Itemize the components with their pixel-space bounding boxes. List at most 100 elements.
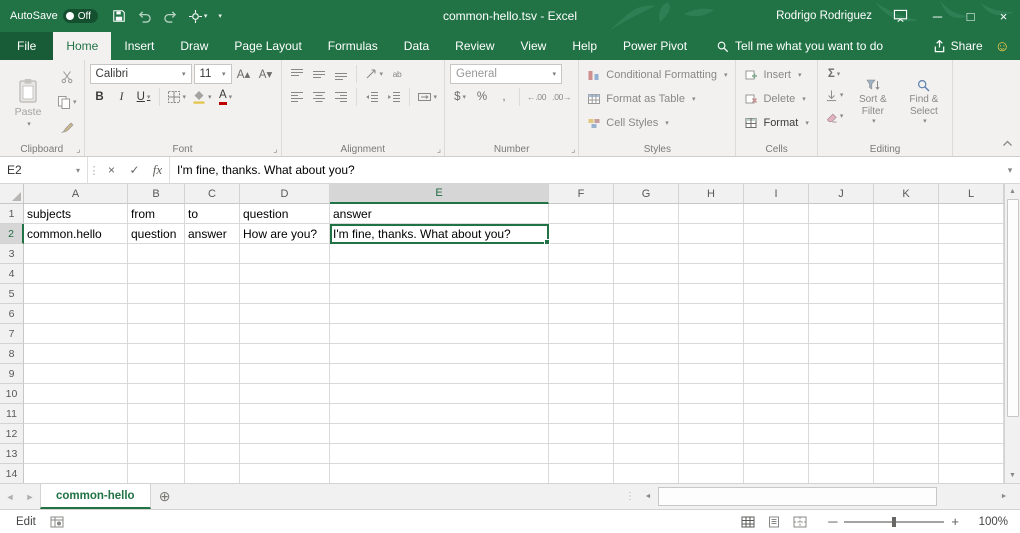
cell-F8[interactable] [549,344,614,364]
align-right-button[interactable] [331,87,351,107]
column-header-J[interactable]: J [809,184,874,204]
cell-B6[interactable] [128,304,185,324]
cell-E4[interactable] [330,264,549,284]
cell-B3[interactable] [128,244,185,264]
cell-B14[interactable] [128,464,185,483]
cell-A1[interactable]: subjects [24,204,128,224]
cell-A9[interactable] [24,364,128,384]
column-header-E[interactable]: E [330,184,549,204]
close-button[interactable]: × [987,0,1020,32]
cell-I2[interactable] [744,224,809,244]
cell-L6[interactable] [939,304,1004,324]
horizontal-scroll-thumb[interactable] [658,487,937,506]
cell-L5[interactable] [939,284,1004,304]
decrease-indent-button[interactable] [362,87,382,107]
horizontal-scrollbar[interactable]: ◄ ► [640,484,1012,509]
cell-K8[interactable] [874,344,939,364]
cell-E10[interactable] [330,384,549,404]
cell-I11[interactable] [744,404,809,424]
cell-F1[interactable] [549,204,614,224]
tab-review[interactable]: Review [442,32,507,60]
cell-I10[interactable] [744,384,809,404]
share-button[interactable]: Share [933,32,983,60]
cell-K5[interactable] [874,284,939,304]
enter-button[interactable]: ✓ [123,157,146,183]
cell-C10[interactable] [185,384,240,404]
cell-J6[interactable] [809,304,874,324]
cell-A5[interactable] [24,284,128,304]
column-header-F[interactable]: F [549,184,614,204]
formula-input[interactable]: I'm fine, thanks. What about you? [169,157,1000,183]
cell-I7[interactable] [744,324,809,344]
tell-me-box[interactable]: Tell me what you want to do [716,32,883,60]
cell-C14[interactable] [185,464,240,483]
column-header-D[interactable]: D [240,184,330,204]
cell-G11[interactable] [614,404,679,424]
cell-B5[interactable] [128,284,185,304]
cell-I12[interactable] [744,424,809,444]
cell-K10[interactable] [874,384,939,404]
cell-E6[interactable] [330,304,549,324]
cell-E9[interactable] [330,364,549,384]
cell-G13[interactable] [614,444,679,464]
page-layout-view-button[interactable] [767,516,781,528]
cancel-button[interactable]: × [100,157,123,183]
scroll-up-arrow[interactable]: ▲ [1005,184,1020,199]
cell-L4[interactable] [939,264,1004,284]
column-header-H[interactable]: H [679,184,744,204]
cell-A7[interactable] [24,324,128,344]
fill-button[interactable] [823,85,846,105]
cell-A12[interactable] [24,424,128,444]
cell-E1[interactable]: answer [330,204,549,224]
row-header-1[interactable]: 1 [0,204,24,224]
cell-B4[interactable] [128,264,185,284]
name-box[interactable]: E2 ▾ [0,157,88,183]
cut-button[interactable] [55,67,79,87]
cell-D14[interactable] [240,464,330,483]
cell-B11[interactable] [128,404,185,424]
cell-E7[interactable] [330,324,549,344]
cell-B13[interactable] [128,444,185,464]
row-header-8[interactable]: 8 [0,344,24,364]
cell-G7[interactable] [614,324,679,344]
sort-filter-button[interactable]: Sort & Filter [849,64,896,141]
scroll-right-arrow[interactable]: ► [996,484,1012,509]
horizontal-scroll-track[interactable] [656,484,996,509]
bottom-align-button[interactable] [331,64,351,84]
find-select-button[interactable]: Find & Select [900,64,947,141]
orientation-button[interactable] [362,64,386,84]
formula-bar-expand-button[interactable]: ▾ [1000,157,1020,183]
format-painter-button[interactable] [55,117,79,137]
cell-J2[interactable] [809,224,874,244]
cell-D11[interactable] [240,404,330,424]
cell-G3[interactable] [614,244,679,264]
cell-F11[interactable] [549,404,614,424]
comma-style-button[interactable]: , [494,87,514,107]
cell-H7[interactable] [679,324,744,344]
cell-L12[interactable] [939,424,1004,444]
column-header-I[interactable]: I [744,184,809,204]
tab-insert[interactable]: Insert [111,32,167,60]
cell-J7[interactable] [809,324,874,344]
row-header-13[interactable]: 13 [0,444,24,464]
cell-D4[interactable] [240,264,330,284]
autosum-button[interactable]: Σ [823,64,846,84]
cell-G9[interactable] [614,364,679,384]
cell-K7[interactable] [874,324,939,344]
underline-button[interactable]: U [134,87,154,107]
cell-H14[interactable] [679,464,744,483]
increase-indent-button[interactable] [384,87,404,107]
align-left-button[interactable] [287,87,307,107]
cell-F3[interactable] [549,244,614,264]
cell-C7[interactable] [185,324,240,344]
cell-L7[interactable] [939,324,1004,344]
cell-D8[interactable] [240,344,330,364]
cell-D10[interactable] [240,384,330,404]
cell-D3[interactable] [240,244,330,264]
tab-page-layout[interactable]: Page Layout [221,32,314,60]
row-header-11[interactable]: 11 [0,404,24,424]
row-header-4[interactable]: 4 [0,264,24,284]
cell-E3[interactable] [330,244,549,264]
cell-F4[interactable] [549,264,614,284]
grow-font-button[interactable]: A▴ [234,64,254,84]
